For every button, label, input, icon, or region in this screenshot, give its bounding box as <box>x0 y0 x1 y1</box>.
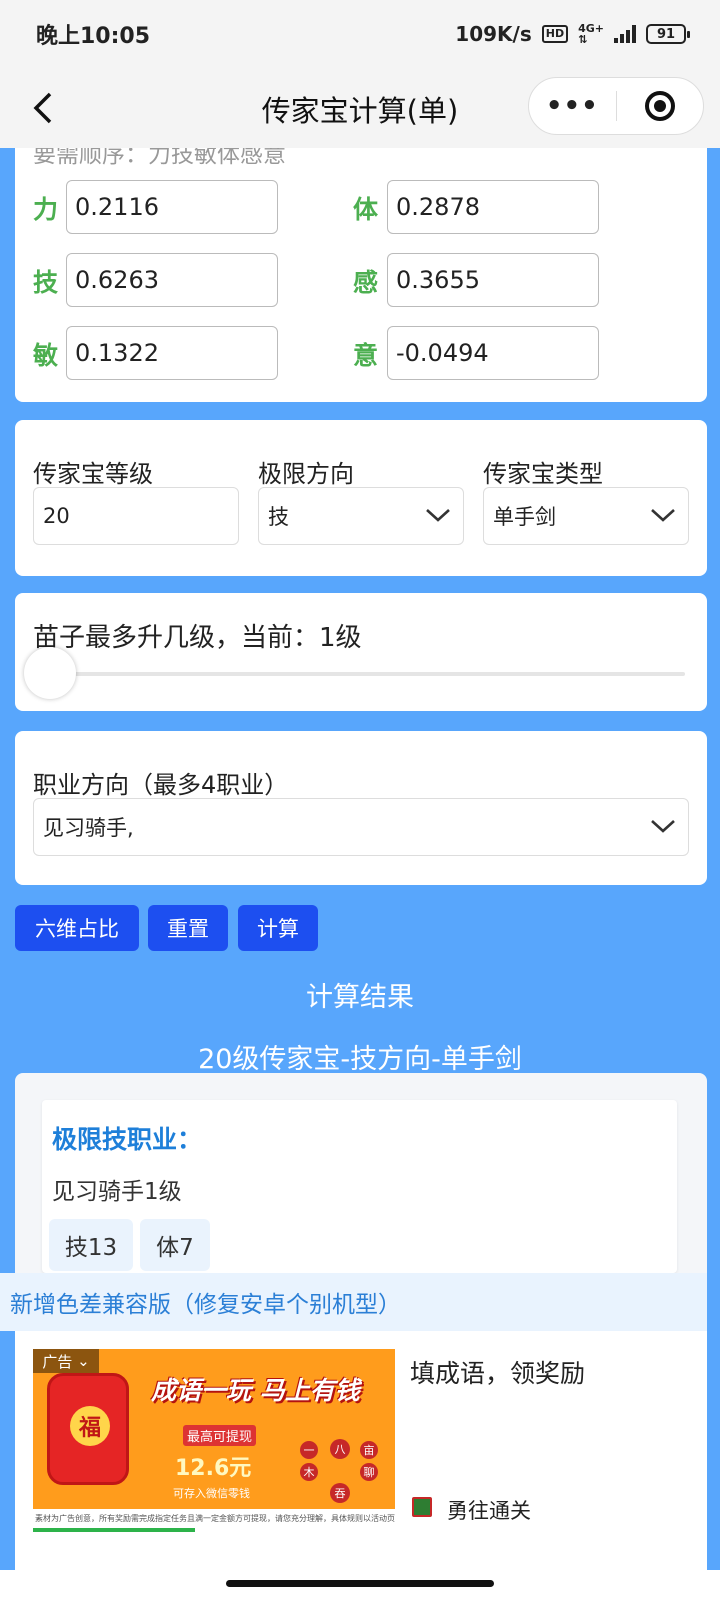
network-speed: 109K/s <box>455 22 532 46</box>
attr-input-will[interactable]: -0.0494 <box>387 326 599 380</box>
app-logo-icon <box>412 1497 432 1517</box>
attr-input-body[interactable]: 0.2878 <box>387 180 599 234</box>
attributes-card: 要需顺序：力技敏体感意 力 0.2116 体 0.2878 技 0.6263 感… <box>15 148 707 402</box>
calc-button[interactable]: 计算 <box>238 905 318 951</box>
chevron-down-icon <box>426 509 450 522</box>
result-heading: 计算结果 <box>306 982 414 1013</box>
status-time: 晚上10:05 <box>36 24 151 49</box>
result-card: 极限技职业： 见习骑手1级 <box>42 1100 677 1273</box>
type-select[interactable]: 单手剑 <box>483 487 689 545</box>
result-subheading: 20级传家宝-技方向-单手剑 <box>198 1044 522 1075</box>
attr-label-will: 意 <box>353 341 379 370</box>
fu-badge: 福 <box>70 1406 110 1446</box>
stat-chip: 技13 <box>49 1219 133 1271</box>
ad-amount: 12.6元 <box>175 1456 252 1481</box>
notice-bar[interactable]: 新增色差兼容版（修复安卓个别机型） <box>0 1273 707 1331</box>
order-hint: 要需顺序：力技敏体感意 <box>33 148 286 168</box>
result-job-title: 极限技职业： <box>52 1125 203 1154</box>
chevron-down-icon <box>651 820 675 833</box>
ad-disclaimer: 素材为广告创意，所有奖励需完成指定任务且满一定金额方可提现，请您充分理解，具体规… <box>33 1509 395 1528</box>
battery-icon: 91 <box>646 24 690 44</box>
ad-deposit: 可存入微信零钱 <box>173 1487 250 1500</box>
job-card: 职业方向（最多4职业） 见习骑手, <box>15 731 707 885</box>
level-input[interactable]: 20 <box>33 487 239 545</box>
home-indicator[interactable] <box>226 1580 494 1587</box>
status-bar: 晚上10:05 109K/s HD 4G+ ⇅ 91 <box>0 0 720 68</box>
chevron-down-icon <box>651 509 675 522</box>
slider-label: 苗子最多升几级，当前：1级 <box>33 623 362 653</box>
ad-title[interactable]: 填成语，领奖励 <box>410 1354 585 1390</box>
attr-label-sense: 感 <box>353 268 379 297</box>
nav-bar: 传家宝计算(单) ••• <box>0 68 720 148</box>
type-label: 传家宝类型 <box>483 460 603 488</box>
network-type-icon: 4G+ ⇅ <box>578 22 604 46</box>
hd-icon: HD <box>541 25 569 43</box>
status-icons: 109K/s HD 4G+ ⇅ 91 <box>455 22 690 46</box>
signal-icon <box>614 25 636 43</box>
attr-label-strength: 力 <box>33 195 59 224</box>
job-select[interactable]: 见习骑手, <box>33 798 689 856</box>
ad-area[interactable]: 广告 ⌄ 福 成语一玩 马上有钱 最高可提现 12.6元 可存入微信零钱 一 八… <box>15 1331 707 1570</box>
attr-label-agility: 敏 <box>33 341 59 370</box>
close-program-button[interactable] <box>617 91 704 121</box>
ad-tag[interactable]: 广告 ⌄ <box>33 1349 99 1373</box>
attr-input-strength[interactable]: 0.2116 <box>66 180 278 234</box>
red-envelope-icon: 福 <box>47 1373 129 1485</box>
ad-progress <box>33 1528 195 1532</box>
slider-track[interactable] <box>51 672 685 676</box>
config-card: 传家宝等级 20 极限方向 技 传家宝类型 单手剑 <box>15 420 707 576</box>
stat-chip: 体7 <box>140 1219 210 1271</box>
ad-highest: 最高可提现 <box>183 1425 257 1446</box>
attr-label-body: 体 <box>353 195 379 224</box>
job-label: 职业方向（最多4职业） <box>33 771 289 799</box>
target-icon <box>644 91 675 121</box>
level-label: 传家宝等级 <box>33 460 153 488</box>
ratio-button[interactable]: 六维占比 <box>15 905 139 951</box>
ad-headline: 成语一玩 马上有钱 <box>151 1376 360 1405</box>
attr-input-skill[interactable]: 0.6263 <box>66 253 278 307</box>
direction-select[interactable]: 技 <box>258 487 464 545</box>
ad-app-name[interactable]: 勇往通关 <box>447 1495 531 1525</box>
attr-input-agility[interactable]: 0.1322 <box>66 326 278 380</box>
reset-button[interactable]: 重置 <box>148 905 228 951</box>
idiom-grid: 一 八 亩 木 聊 吞 <box>298 1439 382 1503</box>
slider-thumb[interactable] <box>24 647 76 699</box>
result-job-line: 见习骑手1级 <box>52 1179 182 1205</box>
attr-input-sense[interactable]: 0.3655 <box>387 253 599 307</box>
more-menu-button[interactable]: ••• <box>529 91 616 121</box>
slider-card: 苗子最多升几级，当前：1级 <box>15 593 707 711</box>
attr-label-skill: 技 <box>33 268 59 297</box>
direction-label: 极限方向 <box>258 460 354 488</box>
ad-image[interactable]: 广告 ⌄ 福 成语一玩 马上有钱 最高可提现 12.6元 可存入微信零钱 一 八… <box>33 1349 395 1528</box>
mini-program-capsule: ••• <box>528 77 704 135</box>
